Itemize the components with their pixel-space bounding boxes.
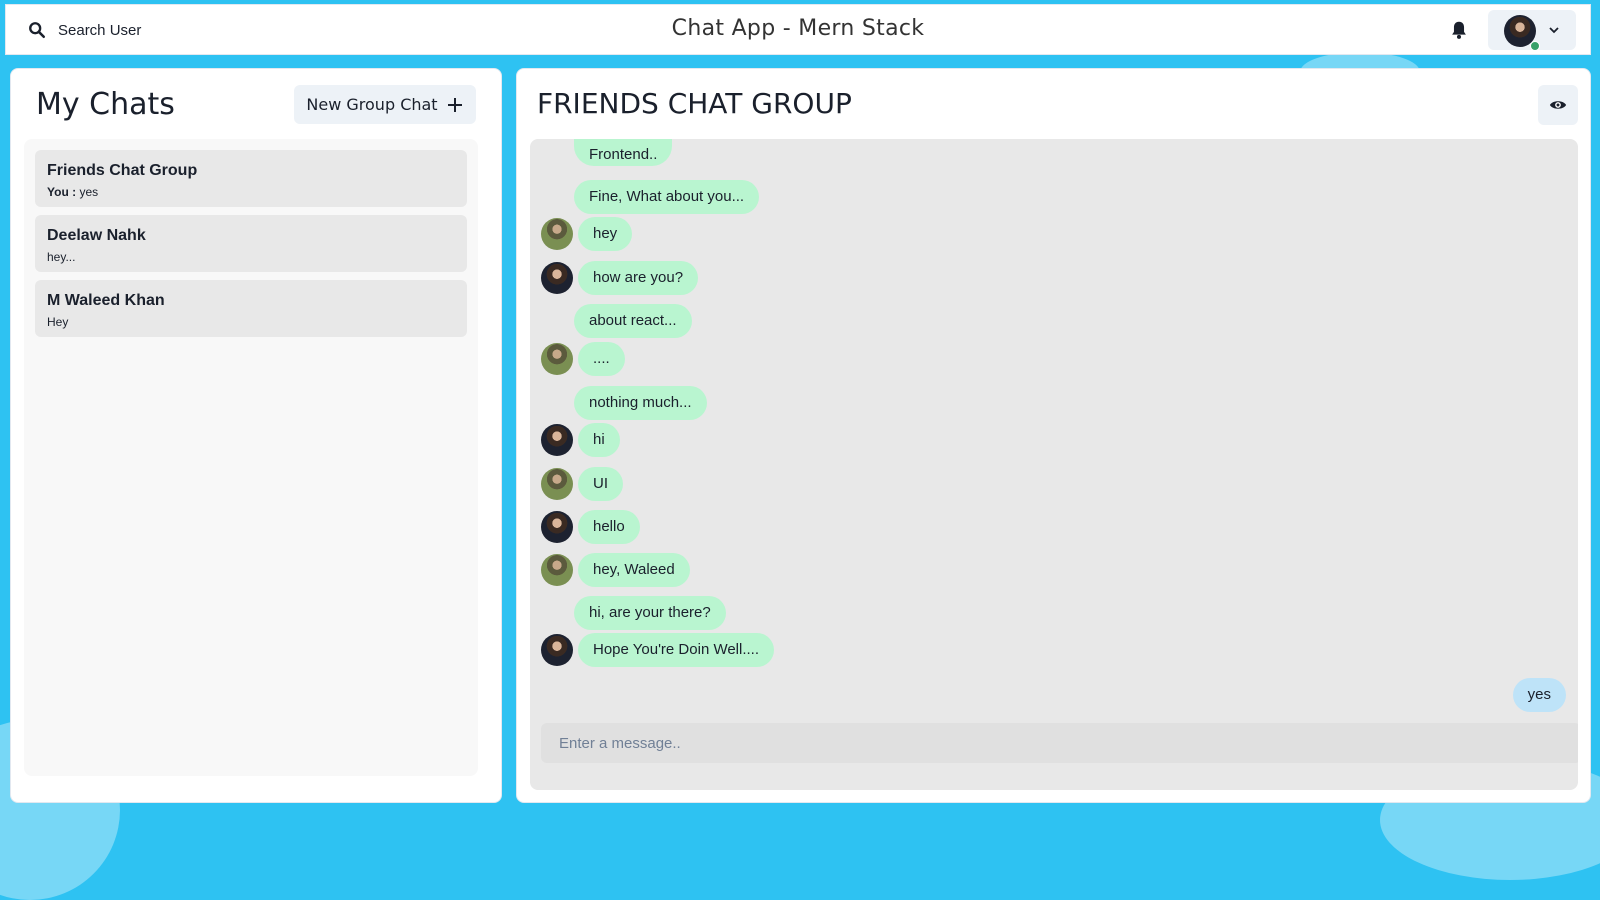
message-bubble: Frontend.. [574, 139, 673, 166]
message-row: Hope You're Doin Well.... [530, 633, 1578, 667]
message-bubble: hello [578, 510, 640, 544]
message-bubble: about react... [574, 304, 692, 338]
message-row: hey, Waleed [530, 553, 1578, 587]
bell-icon[interactable] [1448, 19, 1470, 41]
chat-preview: You : yes [47, 185, 98, 199]
message-bubble: Hope You're Doin Well.... [578, 633, 775, 667]
message-bubble: hey, Waleed [578, 553, 690, 587]
chat-item-m-waleed-khan[interactable]: M Waleed Khan Hey [35, 280, 467, 337]
chat-name: Deelaw Nahk [47, 227, 146, 244]
message-row: Fine, What about you... [530, 180, 1578, 214]
sender-avatar [541, 468, 573, 500]
message-row: how are you? [530, 261, 1578, 295]
message-bubble: hey [578, 217, 633, 251]
message-bubble: .... [578, 342, 625, 376]
message-bubble: nothing much... [574, 386, 707, 420]
chat-preview-text: yes [79, 185, 99, 199]
message-bubble: how are you? [578, 261, 699, 295]
chat-preview-sender: You : [47, 185, 77, 199]
sender-avatar [541, 343, 573, 375]
message-row: yes [530, 678, 1578, 712]
message-row: .... [530, 342, 1578, 376]
message-row: hi [530, 423, 1578, 457]
sender-avatar [541, 511, 573, 543]
message-row: nothing much... [530, 386, 1578, 420]
plus-icon [447, 97, 462, 112]
new-group-chat-button[interactable]: New Group Chat [294, 85, 476, 124]
chat-list: Friends Chat Group You : yes Deelaw Nahk… [24, 139, 478, 776]
sender-avatar [541, 262, 573, 294]
chat-preview: Hey [47, 315, 68, 329]
app-title: Chat App - Mern Stack [671, 16, 925, 41]
message-row: hello [530, 510, 1578, 544]
message-row: UI [530, 467, 1578, 501]
sender-avatar [541, 634, 573, 666]
new-group-chat-label: New Group Chat [306, 95, 438, 114]
message-bubble: hi [578, 423, 620, 457]
chevron-down-icon [1549, 27, 1559, 34]
message-row: Frontend.. [530, 139, 1578, 178]
message-bubble: Fine, What about you... [574, 180, 760, 214]
sender-avatar [541, 424, 573, 456]
chat-title: FRIENDS CHAT GROUP [537, 87, 852, 120]
chat-name: Friends Chat Group [47, 162, 198, 179]
my-chats-panel: My Chats New Group Chat Friends Chat Gro… [10, 68, 502, 803]
message-bubble: hi, are your there? [574, 596, 726, 630]
message-row: about react... [530, 304, 1578, 338]
message-bubble: UI [578, 467, 623, 501]
top-bar: Search User Chat App - Mern Stack [5, 4, 1591, 55]
chat-panel: FRIENDS CHAT GROUP Frontend.. Fine, What… [516, 68, 1591, 803]
online-status-dot [1530, 41, 1540, 51]
chat-item-deelaw-nahk[interactable]: Deelaw Nahk hey... [35, 215, 467, 272]
view-group-details-button[interactable] [1538, 85, 1578, 125]
profile-menu-button[interactable] [1488, 10, 1576, 51]
message-row: hi, are your there? [530, 596, 1578, 630]
sender-avatar [541, 218, 573, 250]
sender-avatar [541, 554, 573, 586]
chat-preview-text: Hey [47, 315, 69, 329]
message-input[interactable] [541, 723, 1578, 763]
chat-name: M Waleed Khan [47, 292, 165, 309]
chat-preview: hey... [47, 250, 75, 264]
my-chats-title: My Chats [36, 87, 175, 122]
my-message-bubble: yes [1512, 678, 1566, 712]
message-row: hey [530, 217, 1578, 251]
messages-area: Frontend.. Fine, What about you... hey h… [530, 139, 1578, 790]
chat-preview-text: hey... [47, 250, 76, 264]
eye-icon [1549, 101, 1567, 109]
chat-item-friends-chat-group[interactable]: Friends Chat Group You : yes [35, 150, 467, 207]
